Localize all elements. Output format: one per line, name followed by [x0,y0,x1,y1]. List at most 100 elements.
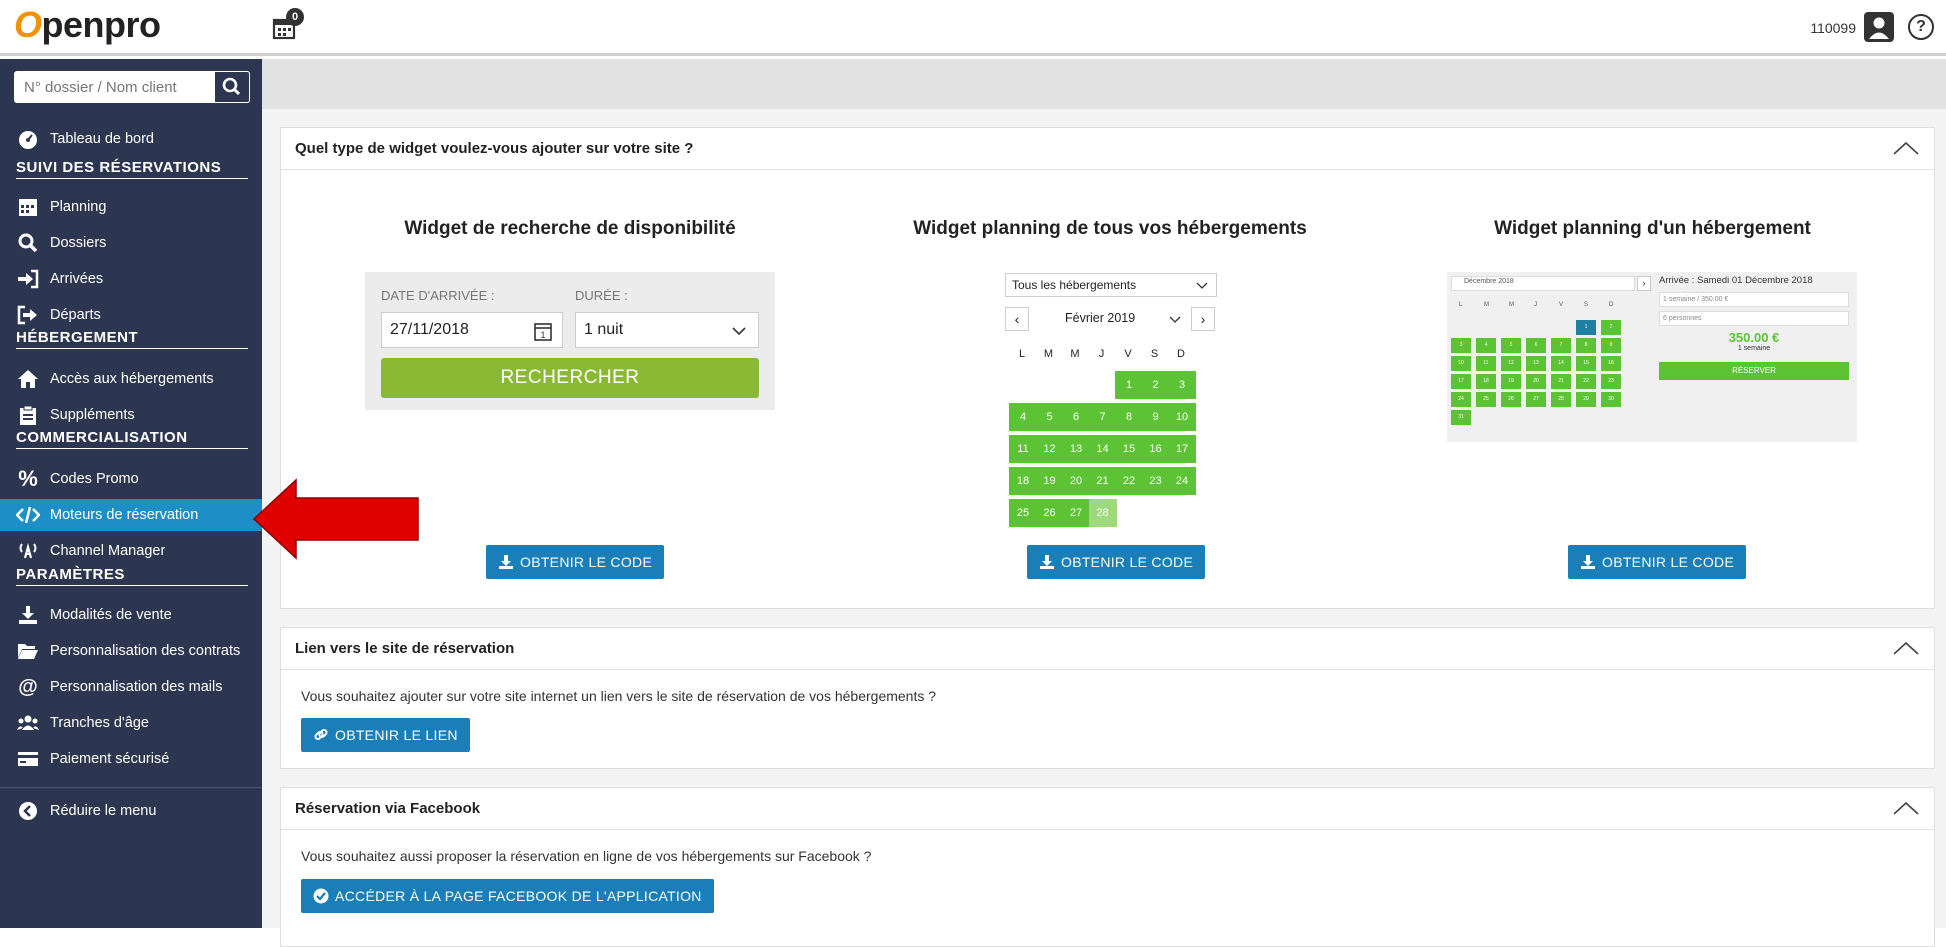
duration-select[interactable]: 1 nuit [575,312,759,348]
calendar-day[interactable]: 2 [1141,371,1170,399]
calendar-day[interactable]: 11 [1009,435,1037,463]
calendar-day[interactable]: 13 [1526,356,1546,371]
calendar-day[interactable]: 5 [1035,403,1064,431]
calendar-day[interactable]: 18 [1476,374,1496,389]
calendar-day[interactable]: 27 [1062,499,1090,527]
sidebar-item-tranches-age[interactable]: Tranches d'âge [0,707,262,739]
calendar-day[interactable]: 4 [1476,338,1496,353]
collapse-chevron-icon[interactable] [1892,798,1920,818]
sidebar-item-supplements[interactable]: Suppléments [0,399,262,431]
calendar-day[interactable]: 31 [1451,410,1471,425]
sidebar-item-planning[interactable]: Planning [0,191,262,223]
calendar-day[interactable]: 15 [1576,356,1596,371]
next-month-button[interactable]: › [1637,276,1651,291]
calendar-day[interactable]: 6 [1526,338,1546,353]
month-select[interactable]: Décembre 2018 [1451,276,1635,291]
search-input[interactable] [14,71,214,103]
sidebar-item-dashboard[interactable]: Tableau de bord [0,123,262,155]
sidebar-item-channel-manager[interactable]: Channel Manager [0,535,262,567]
calendar-day[interactable]: 28 [1088,499,1117,527]
calendar-day[interactable]: 3 [1451,338,1471,353]
calendar-day[interactable]: 12 [1501,356,1521,371]
calendar-day[interactable]: 11 [1476,356,1496,371]
calendar-day[interactable]: 16 [1141,435,1170,463]
calendar-day[interactable]: 22 [1576,374,1596,389]
calendar-day[interactable]: 5 [1501,338,1521,353]
calendar-day[interactable]: 9 [1601,338,1621,353]
sidebar-item-codes-promo[interactable]: % Codes Promo [0,463,262,495]
calendar-day[interactable]: 12 [1035,435,1064,463]
calendar-day[interactable]: 14 [1088,435,1117,463]
next-month-button[interactable]: › [1191,307,1215,331]
calendar-day[interactable]: 2 [1601,320,1621,335]
calendar-day[interactable]: 10 [1168,403,1196,431]
openpro-logo[interactable]: Openpro [14,4,161,46]
calendar-day[interactable]: 19 [1035,467,1064,495]
calendar-day[interactable]: 26 [1501,392,1521,407]
book-button[interactable]: RÉSERVER [1659,362,1849,380]
calendar-day[interactable]: 20 [1062,467,1090,495]
week-select[interactable]: 1 semaine / 350.00 € [1659,292,1849,307]
prev-month-button[interactable]: ‹ [1005,307,1029,331]
sidebar-item-arrivees[interactable]: Arrivées [0,263,262,295]
calendar-day[interactable]: 1 [1115,371,1143,399]
calendar-day[interactable]: 21 [1088,467,1117,495]
calendar-day[interactable]: 8 [1115,403,1143,431]
calendar-day[interactable]: 23 [1141,467,1170,495]
sidebar-item-moteurs-reservation[interactable]: Moteurs de réservation [0,499,262,531]
sidebar-item-modalites-vente[interactable]: Modalités de vente [0,599,262,631]
get-code-button-search[interactable]: OBTENIR LE CODE [486,545,665,579]
sidebar-item-paiement-securise[interactable]: Paiement sécurisé [0,743,262,775]
reduce-menu-button[interactable]: Réduire le menu [0,795,262,827]
calendar-day[interactable]: 21 [1551,374,1571,389]
facebook-page-button[interactable]: ACCÉDER À LA PAGE FACEBOOK DE L'APPLICAT… [301,879,714,913]
collapse-chevron-icon[interactable] [1892,638,1920,658]
calendar-day[interactable]: 8 [1576,338,1596,353]
user-avatar-button[interactable] [1864,12,1894,42]
calendar-day[interactable]: 25 [1476,392,1496,407]
calendar-day[interactable]: 22 [1115,467,1143,495]
calendar-day[interactable]: 20 [1526,374,1546,389]
search-availability-button[interactable]: RECHERCHER [381,358,759,398]
calendar-day[interactable]: 26 [1035,499,1064,527]
search-button[interactable] [214,71,250,103]
calendar-day[interactable]: 7 [1551,338,1571,353]
calendar-day[interactable]: 3 [1168,371,1196,399]
calendar-day[interactable]: 24 [1451,392,1471,407]
sidebar-item-personnalisation-contrats[interactable]: Personnalisation des contrats [0,635,262,667]
calendar-day[interactable]: 15 [1115,435,1143,463]
calendar-day[interactable]: 28 [1551,392,1571,407]
collapse-chevron-icon[interactable] [1892,138,1920,158]
help-button[interactable]: ? [1908,14,1934,40]
calendar-day[interactable]: 18 [1009,467,1037,495]
calendar-day[interactable]: 1 [1576,320,1596,335]
sidebar-item-acces-hebergements[interactable]: Accès aux hébergements [0,363,262,395]
sidebar-item-personnalisation-mails[interactable]: @ Personnalisation des mails [0,671,262,703]
calendar-day[interactable]: 16 [1601,356,1621,371]
calendar-day[interactable]: 13 [1062,435,1090,463]
notifications-button[interactable]: 0 [272,8,304,42]
get-link-button[interactable]: OBTENIR LE LIEN [301,718,470,752]
calendar-day[interactable]: 17 [1168,435,1196,463]
calendar-day[interactable]: 30 [1601,392,1621,407]
get-code-button-planning-one[interactable]: OBTENIR LE CODE [1568,545,1747,579]
accommodation-select[interactable]: Tous les hébergements [1005,273,1217,297]
calendar-day[interactable]: 10 [1451,356,1471,371]
calendar-day[interactable]: 27 [1526,392,1546,407]
sidebar-item-departs[interactable]: Départs [0,299,262,331]
calendar-day[interactable]: 19 [1501,374,1521,389]
calendar-day[interactable]: 7 [1088,403,1117,431]
calendar-day[interactable]: 17 [1451,374,1471,389]
calendar-day[interactable]: 14 [1551,356,1571,371]
calendar-day[interactable]: 4 [1009,403,1037,431]
calendar-day[interactable]: 23 [1601,374,1621,389]
calendar-day[interactable]: 24 [1168,467,1196,495]
calendar-day[interactable]: 6 [1062,403,1090,431]
sidebar-item-dossiers[interactable]: Dossiers [0,227,262,259]
people-select[interactable]: 6 personnes [1659,311,1849,326]
calendar-day[interactable]: 9 [1141,403,1170,431]
calendar-day[interactable]: 25 [1009,499,1037,527]
arrival-date-field[interactable]: 27/11/2018 1 [381,312,563,348]
get-code-button-planning-all[interactable]: OBTENIR LE CODE [1027,545,1206,579]
calendar-day[interactable]: 29 [1576,392,1596,407]
